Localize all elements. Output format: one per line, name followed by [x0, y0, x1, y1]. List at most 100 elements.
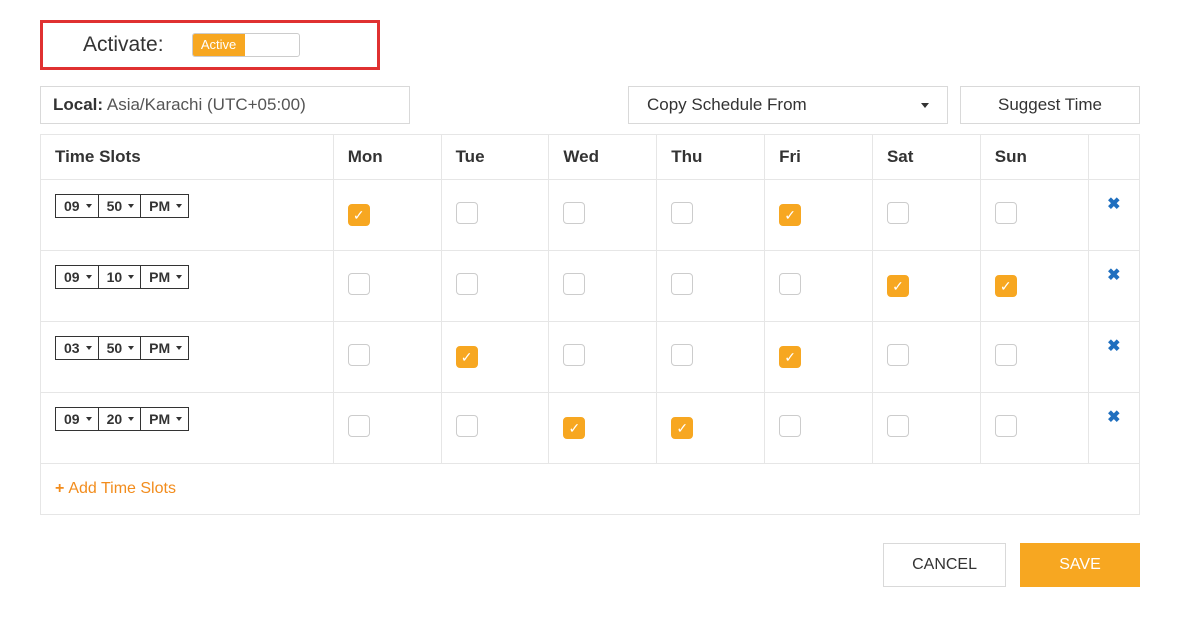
header-day: Fri [765, 135, 873, 180]
chevron-down-icon [176, 275, 182, 279]
header-day: Mon [333, 135, 441, 180]
day-checkbox[interactable] [779, 415, 801, 437]
day-cell: ✓ [657, 393, 765, 464]
day-cell [333, 251, 441, 322]
day-checkbox[interactable] [456, 202, 478, 224]
ampm-select[interactable]: PM [141, 266, 188, 288]
activate-area: Activate: Active [40, 20, 380, 70]
day-cell: ✓ [333, 180, 441, 251]
hour-value: 09 [64, 408, 80, 430]
save-button[interactable]: SAVE [1020, 543, 1140, 587]
day-checkbox[interactable] [563, 344, 585, 366]
day-cell: ✓ [549, 393, 657, 464]
delete-row-button[interactable]: ✖ [1088, 393, 1139, 464]
day-checkbox[interactable] [779, 273, 801, 295]
ampm-value: PM [149, 337, 170, 359]
minute-select[interactable]: 10 [99, 266, 142, 288]
day-checkbox[interactable]: ✓ [456, 346, 478, 368]
day-checkbox[interactable] [995, 415, 1017, 437]
day-checkbox[interactable] [563, 273, 585, 295]
close-icon: ✖ [1107, 196, 1120, 213]
minute-value: 50 [107, 337, 123, 359]
suggest-time-button[interactable]: Suggest Time [960, 86, 1140, 124]
day-checkbox[interactable] [348, 415, 370, 437]
chevron-down-icon [86, 204, 92, 208]
close-icon: ✖ [1107, 267, 1120, 284]
minute-select[interactable]: 50 [99, 337, 142, 359]
day-cell [765, 251, 873, 322]
ampm-value: PM [149, 266, 170, 288]
day-checkbox[interactable]: ✓ [563, 417, 585, 439]
day-cell [441, 251, 549, 322]
day-cell [441, 180, 549, 251]
header-timeslots: Time Slots [41, 135, 334, 180]
activate-toggle[interactable]: Active [192, 33, 300, 57]
delete-row-button[interactable]: ✖ [1088, 180, 1139, 251]
hour-select[interactable]: 09 [56, 266, 99, 288]
time-editor: 03 50 PM [55, 336, 189, 360]
day-checkbox[interactable]: ✓ [779, 346, 801, 368]
day-cell [872, 393, 980, 464]
minute-value: 50 [107, 195, 123, 217]
day-cell [333, 322, 441, 393]
day-checkbox[interactable]: ✓ [995, 275, 1017, 297]
day-checkbox[interactable] [887, 415, 909, 437]
time-slot-cell: 09 20 PM [41, 393, 334, 464]
day-checkbox[interactable] [456, 273, 478, 295]
ampm-select[interactable]: PM [141, 195, 188, 217]
day-checkbox[interactable] [456, 415, 478, 437]
copy-schedule-dropdown[interactable]: Copy Schedule From [628, 86, 948, 124]
header-day: Sun [980, 135, 1088, 180]
plus-icon: + [55, 480, 64, 497]
add-row: +Add Time Slots [41, 464, 1140, 515]
day-cell: ✓ [441, 322, 549, 393]
header-actions [1088, 135, 1139, 180]
add-time-slots-button[interactable]: +Add Time Slots [41, 464, 1140, 515]
minute-value: 10 [107, 266, 123, 288]
day-checkbox[interactable]: ✓ [348, 204, 370, 226]
hour-value: 03 [64, 337, 80, 359]
ampm-value: PM [149, 408, 170, 430]
day-checkbox[interactable]: ✓ [671, 417, 693, 439]
time-editor: 09 20 PM [55, 407, 189, 431]
day-checkbox[interactable] [887, 344, 909, 366]
day-cell [549, 180, 657, 251]
chevron-down-icon [128, 275, 134, 279]
time-slot-cell: 09 50 PM [41, 180, 334, 251]
day-checkbox[interactable] [887, 202, 909, 224]
close-icon: ✖ [1107, 409, 1120, 426]
hour-select[interactable]: 03 [56, 337, 99, 359]
ampm-select[interactable]: PM [141, 337, 188, 359]
day-checkbox[interactable] [995, 344, 1017, 366]
day-checkbox[interactable] [671, 202, 693, 224]
hour-select[interactable]: 09 [56, 408, 99, 430]
minute-select[interactable]: 20 [99, 408, 142, 430]
timezone-value: Asia/Karachi (UTC+05:00) [107, 95, 306, 114]
timezone-select[interactable]: Local: Asia/Karachi (UTC+05:00) [40, 86, 410, 124]
delete-row-button[interactable]: ✖ [1088, 322, 1139, 393]
chevron-down-icon [128, 204, 134, 208]
day-checkbox[interactable] [995, 202, 1017, 224]
minute-select[interactable]: 50 [99, 195, 142, 217]
day-checkbox[interactable] [348, 273, 370, 295]
chevron-down-icon [176, 346, 182, 350]
chevron-down-icon [921, 103, 929, 108]
day-cell [980, 180, 1088, 251]
day-checkbox[interactable] [563, 202, 585, 224]
time-editor: 09 50 PM [55, 194, 189, 218]
day-cell [657, 180, 765, 251]
delete-row-button[interactable]: ✖ [1088, 251, 1139, 322]
cancel-button[interactable]: CANCEL [883, 543, 1006, 587]
day-cell [980, 393, 1088, 464]
time-editor: 09 10 PM [55, 265, 189, 289]
day-checkbox[interactable] [671, 273, 693, 295]
hour-select[interactable]: 09 [56, 195, 99, 217]
day-checkbox[interactable]: ✓ [779, 204, 801, 226]
day-checkbox[interactable] [348, 344, 370, 366]
footer-buttons: CANCEL SAVE [40, 543, 1140, 587]
activate-label: Activate: [83, 33, 164, 57]
day-checkbox[interactable] [671, 344, 693, 366]
ampm-select[interactable]: PM [141, 408, 188, 430]
day-checkbox[interactable]: ✓ [887, 275, 909, 297]
chevron-down-icon [128, 417, 134, 421]
